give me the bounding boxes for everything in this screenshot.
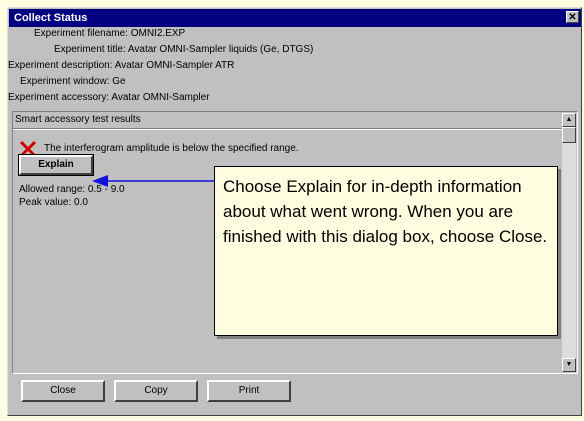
print-button[interactable]: Print: [207, 380, 291, 402]
results-header: Smart accessory test results: [15, 114, 141, 125]
allowed-range: Allowed range: 0.5 - 9.0: [19, 184, 125, 195]
close-window-button[interactable]: ✕: [566, 11, 579, 23]
scroll-down-arrow-icon[interactable]: ▼: [562, 358, 576, 372]
results-scrollbar[interactable]: ▲ ▼: [562, 113, 576, 372]
copy-button[interactable]: Copy: [114, 380, 198, 402]
explain-button[interactable]: Explain: [18, 154, 94, 176]
window-title: Collect Status: [14, 12, 88, 24]
help-screenshot: Collect Status ✕ Experiment filename: OM…: [0, 0, 584, 421]
close-button[interactable]: Close: [21, 380, 105, 402]
experiment-window: Experiment window: Ge: [20, 76, 126, 87]
error-message: The interferogram amplitude is below the…: [44, 143, 299, 154]
peak-value: Peak value: 0.0: [19, 197, 88, 208]
scroll-up-arrow-icon[interactable]: ▲: [562, 113, 576, 127]
help-callout: Choose Explain for in-depth information …: [214, 166, 558, 336]
experiment-accessory: Experiment accessory: Avatar OMNI-Sample…: [8, 92, 210, 103]
scroll-thumb[interactable]: [562, 127, 576, 143]
title-bar: Collect Status ✕: [9, 9, 581, 27]
results-divider: [13, 128, 562, 130]
experiment-title: Experiment title: Avatar OMNI-Sampler li…: [54, 44, 314, 55]
experiment-filename: Experiment filename: OMNI2.EXP: [34, 28, 186, 39]
experiment-description: Experiment description: Avatar OMNI-Samp…: [8, 60, 235, 71]
